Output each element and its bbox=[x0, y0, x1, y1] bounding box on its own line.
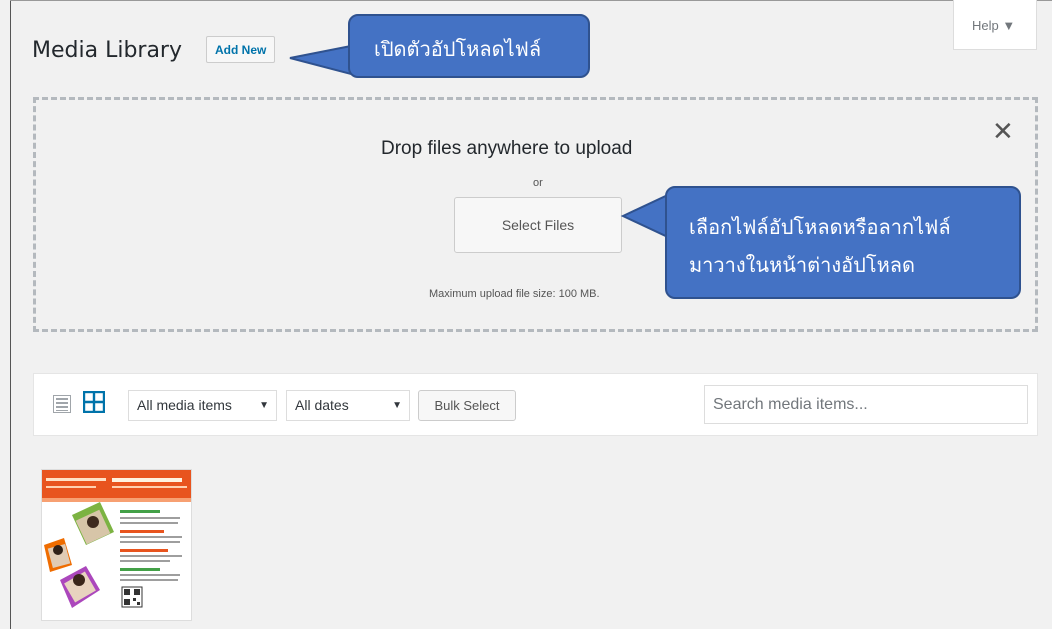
or-text: or bbox=[533, 177, 543, 189]
page-title: Media Library bbox=[32, 38, 182, 63]
window-left-border bbox=[10, 0, 11, 629]
help-tab[interactable]: Help ▼ bbox=[953, 0, 1037, 50]
callout-select-files: เลือกไฟล์อัปโหลดหรือลากไฟล์ มาวางในหน้าต… bbox=[665, 186, 1021, 299]
media-type-filter-value: All media items bbox=[137, 397, 232, 413]
add-new-button[interactable]: Add New bbox=[206, 36, 276, 63]
drop-files-text: Drop files anywhere to upload bbox=[381, 138, 633, 159]
select-files-button[interactable]: Select Files bbox=[454, 197, 622, 253]
media-item-thumbnail[interactable] bbox=[42, 470, 191, 620]
grid-view-icon[interactable] bbox=[83, 391, 105, 413]
callout-pointer-add-new bbox=[289, 44, 352, 76]
poster-thumbnail-image bbox=[42, 470, 191, 620]
callout-add-new-text: เปิดตัวอัปโหลดไฟล์ bbox=[374, 37, 542, 61]
callout-select-line2: มาวางในหน้าต่างอัปโหลด bbox=[689, 253, 916, 277]
max-upload-size-text: Maximum upload file size: 100 MB. bbox=[429, 288, 600, 300]
date-filter[interactable]: All dates ▼ bbox=[286, 390, 410, 421]
date-filter-value: All dates bbox=[295, 397, 349, 413]
chevron-down-icon: ▼ bbox=[392, 400, 402, 411]
bulk-select-button[interactable]: Bulk Select bbox=[418, 390, 516, 421]
close-icon[interactable]: ✕ bbox=[992, 116, 1014, 147]
media-toolbar: All media items ▼ All dates ▼ Bulk Selec… bbox=[33, 373, 1038, 436]
callout-select-line1: เลือกไฟล์อัปโหลดหรือลากไฟล์ bbox=[689, 215, 951, 239]
media-type-filter[interactable]: All media items ▼ bbox=[128, 390, 277, 421]
chevron-down-icon: ▼ bbox=[259, 400, 269, 411]
callout-add-new: เปิดตัวอัปโหลดไฟล์ bbox=[348, 14, 590, 78]
window-top-border bbox=[10, 0, 1052, 1]
search-input[interactable] bbox=[704, 385, 1028, 424]
list-view-icon[interactable] bbox=[53, 395, 71, 413]
